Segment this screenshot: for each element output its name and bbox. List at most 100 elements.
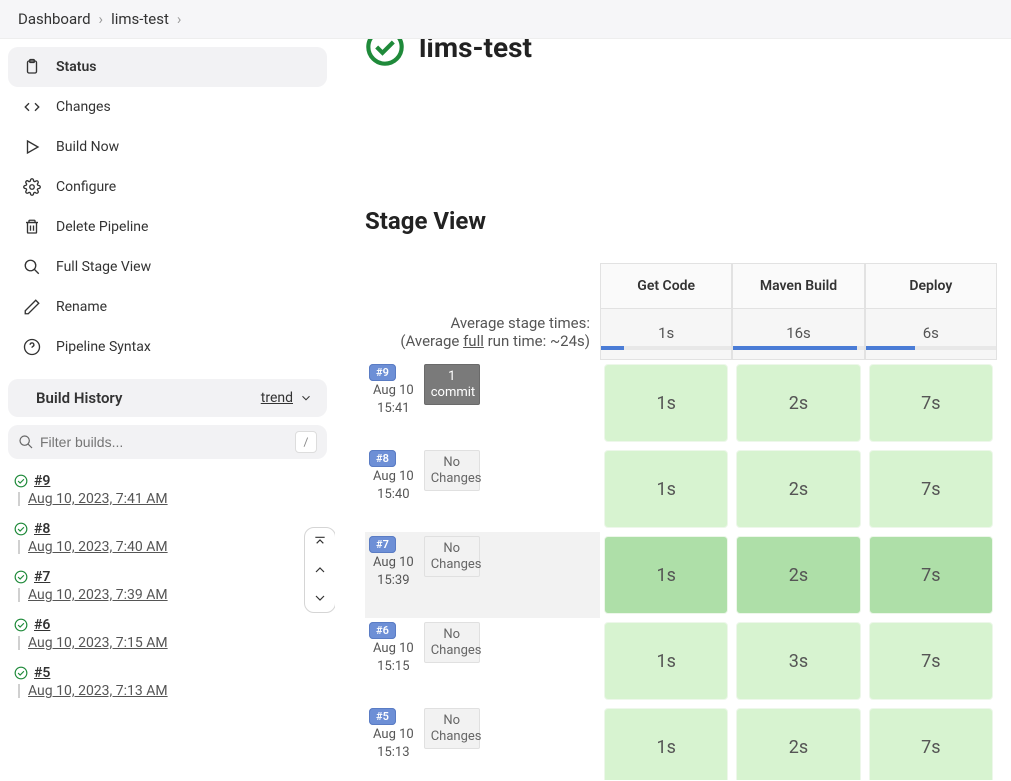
changes-block[interactable]: NoChanges xyxy=(424,708,480,749)
stage-cell[interactable]: 2s xyxy=(732,360,864,446)
stage-cell[interactable]: 1s xyxy=(600,618,732,704)
build-bar xyxy=(18,540,20,554)
sidebar: Status Changes Build Now Configure Delete Pi… xyxy=(0,39,335,780)
stage-cell[interactable]: 2s xyxy=(732,532,864,618)
sidebar-item-rename[interactable]: Rename xyxy=(8,287,327,327)
stage-cell[interactable]: 1s xyxy=(600,532,732,618)
changes-block[interactable]: 1commit xyxy=(424,364,480,405)
sidebar-item-label: Pipeline Syntax xyxy=(56,339,151,355)
build-entry: #8 Aug 10, 2023, 7:40 AM xyxy=(12,515,323,563)
build-date-link[interactable]: Aug 10, 2023, 7:41 AM xyxy=(28,491,168,507)
stage-header: Deploy xyxy=(865,263,997,308)
stage-cell[interactable]: 2s xyxy=(732,446,864,532)
sidebar-item-pipeline-syntax[interactable]: Pipeline Syntax xyxy=(8,327,327,367)
build-number-link[interactable]: #9 xyxy=(34,473,50,489)
table-row: #5 Aug 1015:13 NoChanges 1s2s7s xyxy=(365,704,997,780)
stage-cell[interactable]: 7s xyxy=(865,618,997,704)
build-date-link[interactable]: Aug 10, 2023, 7:39 AM xyxy=(28,587,168,603)
pencil-icon xyxy=(22,297,42,317)
changes-block[interactable]: NoChanges xyxy=(424,450,480,491)
build-number-link[interactable]: #5 xyxy=(34,665,50,681)
sidebar-item-label: Status xyxy=(56,59,96,75)
sidebar-item-delete-pipeline[interactable]: Delete Pipeline xyxy=(8,207,327,247)
table-row: #7 Aug 1015:39 NoChanges 1s2s7s xyxy=(365,532,997,618)
stage-view-title: Stage View xyxy=(365,207,997,235)
build-bar xyxy=(18,588,20,602)
stage-cell[interactable]: 7s xyxy=(865,704,997,780)
success-icon xyxy=(365,39,405,67)
scroll-controls xyxy=(304,527,335,613)
trash-icon xyxy=(22,217,42,237)
stage-cell[interactable]: 1s xyxy=(600,446,732,532)
sidebar-item-configure[interactable]: Configure xyxy=(8,167,327,207)
changes-block[interactable]: NoChanges xyxy=(424,622,480,663)
sidebar-item-changes[interactable]: Changes xyxy=(8,87,327,127)
run-info-cell: #6 Aug 1015:15 NoChanges xyxy=(365,618,600,704)
stage-table: Get CodeMaven BuildDeploy Average stage … xyxy=(365,263,997,780)
sidebar-item-label: Changes xyxy=(56,99,111,115)
avg-time-cell: 16s xyxy=(732,308,864,360)
filter-input[interactable] xyxy=(40,434,289,450)
avg-time-cell: 6s xyxy=(865,308,997,360)
breadcrumb-item[interactable]: Dashboard xyxy=(18,10,91,28)
stage-cell[interactable]: 1s xyxy=(600,360,732,446)
breadcrumb-item[interactable]: lims-test xyxy=(111,10,169,28)
page-title: lims-test xyxy=(419,39,532,64)
stage-cell[interactable]: 7s xyxy=(865,446,997,532)
search-icon xyxy=(18,434,34,450)
build-number-link[interactable]: #8 xyxy=(34,521,50,537)
changes-block[interactable]: NoChanges xyxy=(424,536,480,577)
run-badge[interactable]: #8 xyxy=(369,450,396,467)
build-number-link[interactable]: #6 xyxy=(34,617,50,633)
build-history-title: Build History xyxy=(36,389,122,407)
slash-shortcut-hint: / xyxy=(295,431,317,453)
scroll-down-button[interactable] xyxy=(305,584,335,612)
success-icon xyxy=(14,570,28,584)
build-date-link[interactable]: Aug 10, 2023, 7:15 AM xyxy=(28,635,168,651)
search-icon xyxy=(22,257,42,277)
run-badge[interactable]: #5 xyxy=(369,708,396,725)
run-badge[interactable]: #7 xyxy=(369,536,396,553)
sidebar-item-label: Build Now xyxy=(56,139,119,155)
build-entry: #6 Aug 10, 2023, 7:15 AM xyxy=(12,611,323,659)
build-bar xyxy=(18,684,20,698)
success-icon xyxy=(14,618,28,632)
build-history-header: Build History trend xyxy=(8,379,327,417)
run-badge[interactable]: #6 xyxy=(369,622,396,639)
run-info-cell: #9 Aug 1015:41 1commit xyxy=(365,360,600,446)
table-row: #6 Aug 1015:15 NoChanges 1s3s7s xyxy=(365,618,997,704)
scroll-top-button[interactable] xyxy=(305,528,335,556)
stage-cell[interactable]: 2s xyxy=(732,704,864,780)
build-number-link[interactable]: #7 xyxy=(34,569,50,585)
chevron-right-icon: › xyxy=(177,10,182,28)
run-info-cell: #5 Aug 1015:13 NoChanges xyxy=(365,704,600,780)
clipboard-icon xyxy=(22,57,42,77)
main-content: lims-test Stage View Get CodeMaven Build… xyxy=(335,39,1011,780)
scroll-up-button[interactable] xyxy=(305,556,335,584)
build-list: #9 Aug 10, 2023, 7:41 AM #8 Aug 10, 2023… xyxy=(8,467,327,707)
sidebar-item-full-stage-view[interactable]: Full Stage View xyxy=(8,247,327,287)
sidebar-item-build-now[interactable]: Build Now xyxy=(8,127,327,167)
success-icon xyxy=(14,666,28,680)
build-date-link[interactable]: Aug 10, 2023, 7:40 AM xyxy=(28,539,168,555)
stage-header: Maven Build xyxy=(732,263,864,308)
stage-cell[interactable]: 7s xyxy=(865,532,997,618)
gear-icon xyxy=(22,177,42,197)
filter-builds[interactable]: / xyxy=(8,425,327,459)
chevron-right-icon: › xyxy=(99,10,104,28)
stage-cell[interactable]: 7s xyxy=(865,360,997,446)
trend-link[interactable]: trend xyxy=(261,390,313,406)
stage-cell[interactable]: 3s xyxy=(732,618,864,704)
stage-cell[interactable]: 1s xyxy=(600,704,732,780)
sidebar-item-status[interactable]: Status xyxy=(8,47,327,87)
chevron-down-icon xyxy=(299,391,313,405)
build-entry: #7 Aug 10, 2023, 7:39 AM xyxy=(12,563,323,611)
sidebar-item-label: Delete Pipeline xyxy=(56,219,148,235)
run-badge[interactable]: #9 xyxy=(369,364,396,381)
build-bar xyxy=(18,636,20,650)
code-icon xyxy=(22,97,42,117)
build-date-link[interactable]: Aug 10, 2023, 7:13 AM xyxy=(28,683,168,699)
avg-time-cell: 1s xyxy=(600,308,732,360)
table-row: #9 Aug 1015:41 1commit 1s2s7s xyxy=(365,360,997,446)
run-info-cell: #7 Aug 1015:39 NoChanges xyxy=(365,532,600,618)
